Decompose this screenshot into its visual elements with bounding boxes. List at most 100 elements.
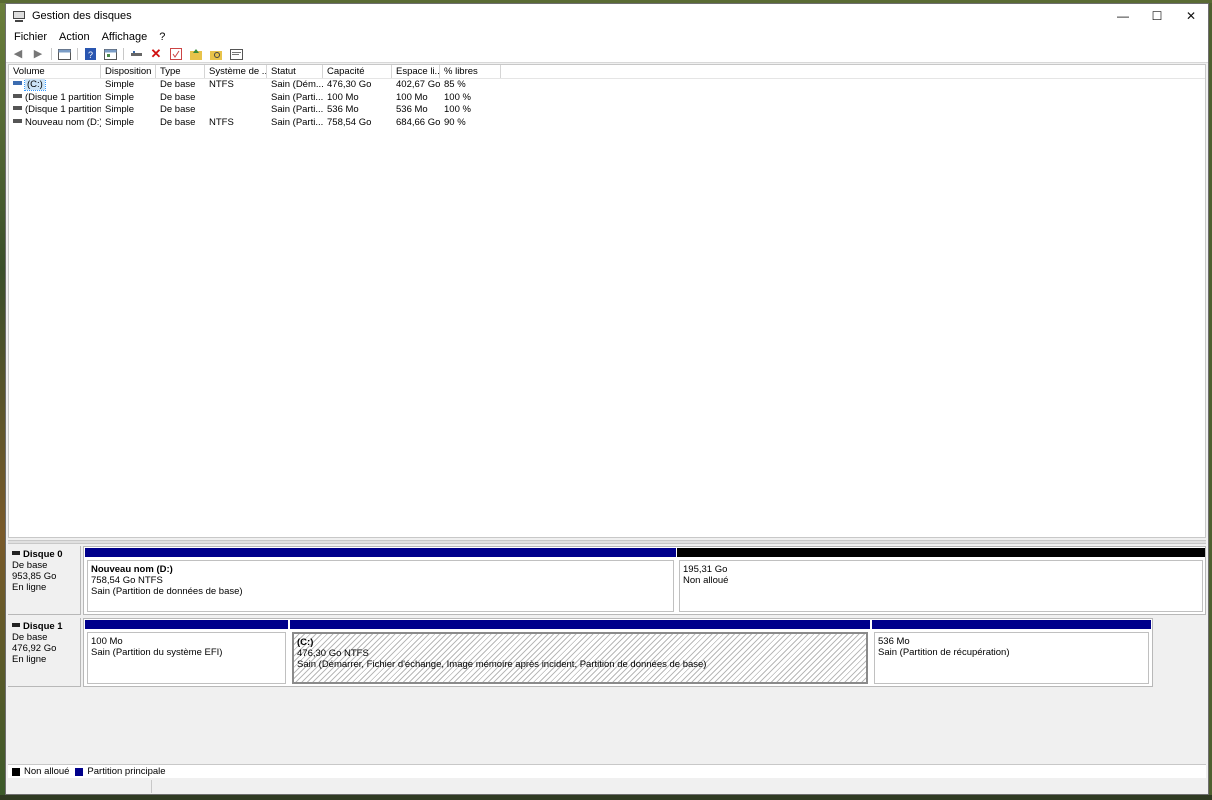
table-cell: NTFS [209,116,234,128]
disk-0-partitions: Nouveau nom (D:) 758,54 Go NTFS Sain (Pa… [83,546,1206,615]
table-cell: 758,54 Go [327,116,372,128]
volume-list-header: Volume Disposition Type Système de ... S… [9,65,1205,79]
table-cell: Sain (Parti... [271,104,323,115]
table-row[interactable]: Nouveau nom (D:) Simple De base NTFS Sai… [9,117,1205,130]
table-cell [205,92,267,105]
table-cell: 684,66 Go [396,116,440,128]
maximize-button[interactable]: ☐ [1140,4,1174,28]
status-bar-segment [6,780,152,793]
volume-icon [13,106,22,111]
partition-size: 476,30 Go NTFS [297,648,369,659]
partition-size: 100 Mo [91,636,123,647]
folder-up-icon[interactable] [188,47,204,61]
connect-icon[interactable] [128,47,144,61]
menu-affichage[interactable]: Affichage [96,31,154,43]
partition-unallocated[interactable]: 195,31 Go Non alloué [677,548,1205,614]
partition-size: 758,54 Go NTFS [91,575,163,586]
disk-state: En ligne [12,582,47,593]
table-row[interactable]: (Disque 1 partition... Simple De base Sa… [9,104,1205,117]
column-header-percent-free[interactable]: % libres [440,65,501,78]
partition-efi[interactable]: 100 Mo Sain (Partition du système EFI) [85,620,288,686]
table-cell: Sain (Parti... [271,91,323,103]
column-header-filesystem[interactable]: Système de ... [205,65,267,78]
table-cell: Sain (Dém... [271,79,323,90]
disk-icon [12,551,20,556]
table-row[interactable]: (C:) Simple De base NTFS Sain (Dém... 47… [9,79,1205,92]
column-header-volume[interactable]: Volume [9,65,101,78]
disk-label-0[interactable]: Disque 0 De base 953,85 Go En ligne [8,546,81,615]
title-bar[interactable]: Gestion des disques — ☐ ✕ [6,4,1208,28]
volume-icon [13,93,22,98]
toolbar-separator [77,48,78,60]
table-cell: De base [160,116,196,128]
partition-c[interactable]: (C:) 476,30 Go NTFS Sain (Démarrer, Fich… [290,620,870,686]
folder-search-icon[interactable] [208,47,224,61]
svg-text:?: ? [88,50,93,60]
disk-label-1[interactable]: Disque 1 De base 476,92 Go En ligne [8,618,81,687]
menu-fichier[interactable]: Fichier [8,31,53,43]
disk-row-0: Disque 0 De base 953,85 Go En ligne Nouv… [8,546,1206,615]
desktop-background-bottom [0,795,1212,800]
partition-bar [85,548,676,557]
disk-name: Disque 0 [23,549,63,560]
partition-bar [872,620,1151,629]
back-arrow-icon[interactable]: ◀ [10,47,26,61]
partition-size: 195,31 Go [683,564,728,575]
partition-title: Nouveau nom (D:) [91,564,173,575]
partition-recovery[interactable]: 536 Mo Sain (Partition de récupération) [872,620,1151,686]
column-header-capacity[interactable]: Capacité [323,65,392,78]
partition-bar [85,620,288,629]
table-row[interactable]: (Disque 1 partition... Simple De base Sa… [9,92,1205,105]
disk-1-partitions: 100 Mo Sain (Partition du système EFI) (… [83,618,1153,687]
partition-status: Sain (Partition du système EFI) [91,647,223,658]
legend-swatch-unallocated [12,767,20,776]
volume-name: (Disque 1 partition... [25,104,101,115]
disk-type: De base [12,560,48,571]
menu-action[interactable]: Action [53,31,96,43]
partition-status: Non alloué [683,575,729,586]
disk-row-1: Disque 1 De base 476,92 Go En ligne 100 … [8,618,1206,687]
delete-icon[interactable]: ✕ [148,47,164,61]
table-cell: 476,30 Go [327,79,372,90]
legend-swatch-primary [75,767,84,776]
table-cell: 100 % [444,104,471,115]
properties-icon[interactable] [102,47,118,61]
column-header-free-space[interactable]: Espace li... [392,65,440,78]
table-cell: 536 Mo [327,104,359,115]
menu-help[interactable]: ? [153,31,171,43]
legend: Non alloué Partition principale [8,764,1206,778]
disk-management-icon [12,9,26,23]
partition-d[interactable]: Nouveau nom (D:) 758,54 Go NTFS Sain (Pa… [85,548,676,614]
table-cell: Simple [105,116,135,128]
disk-icon [12,623,20,628]
column-header-type[interactable]: Type [156,65,205,78]
toolbar-separator [51,48,52,60]
close-button[interactable]: ✕ [1174,4,1208,28]
forward-arrow-icon[interactable]: ▶ [30,47,46,61]
minimize-button[interactable]: — [1106,4,1140,28]
disk-size: 953,85 Go [12,571,57,582]
window-title: Gestion des disques [32,10,132,22]
disk-type: De base [12,632,48,643]
column-header-status[interactable]: Statut [267,65,323,78]
disk-size: 476,92 Go [12,643,57,654]
volume-name: Nouveau nom (D:) [25,116,101,128]
console-tree-icon[interactable] [56,47,72,61]
table-cell: 402,67 Go [396,79,440,90]
window-icon[interactable] [228,47,244,61]
table-cell [205,104,267,117]
table-cell: 536 Mo [396,104,428,115]
volume-name: (Disque 1 partition... [25,91,101,103]
table-cell: 100 Mo [396,91,428,103]
volume-name: (C:) [24,79,46,91]
partition-title: (C:) [297,637,314,648]
table-cell: Sain (Parti... [271,116,323,128]
table-cell: 100 % [444,91,471,103]
table-cell: 100 Mo [327,91,359,103]
help-icon[interactable]: ? [82,47,98,61]
table-cell: Simple [105,91,135,103]
column-header-disposition[interactable]: Disposition [101,65,156,78]
check-icon[interactable] [168,47,184,61]
legend-label-primary: Partition principale [87,766,166,777]
volume-list[interactable]: Volume Disposition Type Système de ... S… [8,64,1206,538]
